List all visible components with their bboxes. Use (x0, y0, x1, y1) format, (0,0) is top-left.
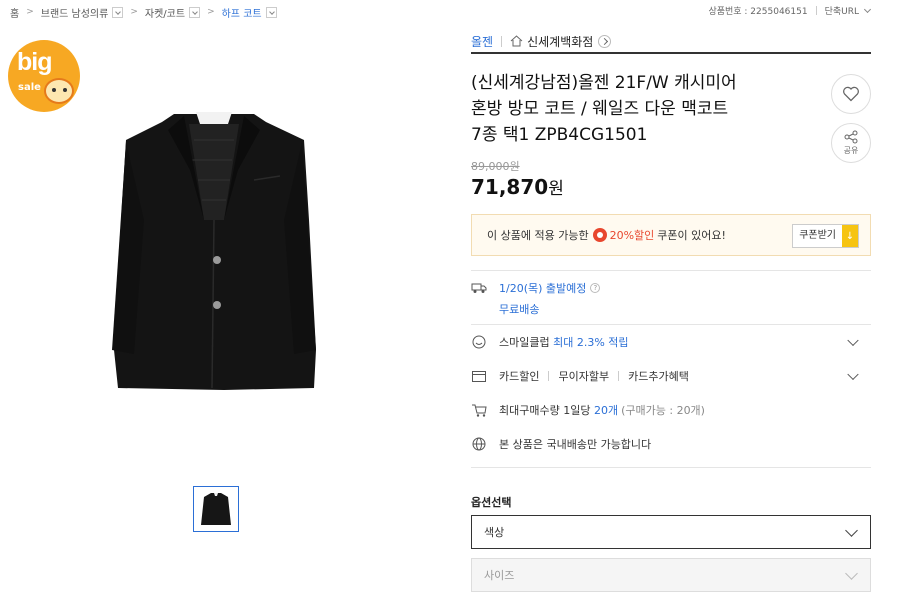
card-extra-benefit: 카드추가혜택 (628, 370, 689, 383)
chevron-down-icon[interactable] (847, 368, 859, 381)
coupon-suffix: 쿠폰이 있어요! (657, 229, 726, 242)
breadcrumb-category-2[interactable]: 자켓/코트 (145, 5, 201, 20)
max-purchase-note: (구매가능 : 20개) (621, 404, 705, 417)
breadcrumb-home[interactable]: 홈 (10, 5, 19, 20)
breadcrumb-category-3-label[interactable]: 하프 코트 (222, 5, 262, 20)
product-main-image[interactable] (104, 100, 324, 395)
breadcrumb-category-1-label[interactable]: 브랜드 남성의류 (41, 5, 109, 20)
thumbnail-coat-image (201, 493, 231, 525)
size-select[interactable]: 사이즈 (471, 558, 871, 592)
size-select-label: 사이즈 (484, 569, 515, 582)
heart-icon (843, 86, 859, 102)
store-home-icon (510, 35, 523, 47)
product-number: 상품번호 : 2255046151 (708, 7, 808, 17)
coupon-prefix: 이 상품에 적용 가능한 (487, 229, 589, 242)
product-title-line: (신세계강남점)올젠 21F/W 캐시미어 (471, 73, 737, 93)
product-title-line: 혼방 방모 코트 / 웨일즈 다운 맥코트 (471, 99, 729, 119)
coupon-icon (592, 228, 607, 242)
color-select[interactable]: 색상 (471, 515, 871, 549)
max-purchase-row: 최대구매수량 1일당 20개 (구매가능 : 20개) (471, 401, 871, 419)
smile-club-reward: 최대 2.3% 적립 (553, 336, 629, 349)
breadcrumb-category-3[interactable]: 하프 코트 (222, 5, 277, 20)
coupon-percent: 20%할인 (609, 229, 655, 242)
store-name-link[interactable]: 신세계백화점 (527, 33, 593, 50)
free-shipping: 무료배송 (499, 303, 540, 316)
card-icon (471, 368, 487, 384)
divider (471, 270, 871, 271)
shipping-date: 1/20(목) 출발예정 (499, 282, 587, 295)
mascot-icon (44, 78, 74, 104)
divider (815, 6, 817, 15)
product-meta: 상품번호 : 2255046151 단축URL (708, 4, 872, 17)
download-icon[interactable]: ↓ (842, 225, 858, 247)
question-icon[interactable]: ? (590, 283, 601, 293)
share-label: 공유 (843, 146, 859, 155)
globe-icon (471, 436, 487, 452)
badge-big-text: big (17, 48, 52, 76)
smile-club-label: 스마일클럽 (499, 336, 550, 349)
share-button[interactable]: 공유 (831, 123, 871, 163)
breadcrumb: 홈 > 브랜드 남성의류 > 자켓/코트 > 하프 코트 (10, 4, 277, 20)
cart-icon (471, 402, 487, 418)
coupon-banner: 이 상품에 적용 가능한 20%할인 쿠폰이 있어요! 쿠폰받기 ↓ (471, 214, 871, 256)
color-select-label: 색상 (484, 526, 505, 539)
breadcrumb-category-1[interactable]: 브랜드 남성의류 (41, 5, 124, 20)
original-price: 89,000원 (471, 160, 520, 173)
shipping-row: 1/20(목) 출발예정 ? (471, 280, 871, 296)
domestic-shipping-text: 본 상품은 국내배송만 가능합니다 (499, 438, 652, 451)
chevron-down-icon[interactable] (112, 6, 124, 18)
sale-price-value: 71,870 (471, 175, 549, 199)
chevron-down-icon[interactable] (863, 5, 872, 13)
chevron-right-icon: > (207, 7, 215, 17)
chevron-down-icon[interactable] (845, 524, 858, 537)
smile-club-row[interactable]: 스마일클럽 최대 2.3% 적립 (471, 325, 871, 359)
chevron-down-icon[interactable] (845, 567, 858, 580)
card-benefit-row[interactable]: 카드할인 무이자할부 카드추가혜택 (471, 359, 871, 393)
max-purchase-value: 20개 (593, 404, 619, 417)
seller-row: 올젠 신세계백화점 (471, 30, 871, 54)
divider (501, 35, 503, 47)
short-url-button[interactable]: 단축URL (825, 4, 859, 17)
product-title: (신세계강남점)올젠 21F/W 캐시미어 혼방 방모 코트 / 웨일즈 다운 … (471, 70, 816, 148)
chevron-right-icon: > (130, 7, 138, 17)
divider (618, 371, 620, 381)
big-sale-badge: big sale (8, 40, 80, 112)
chevron-down-icon[interactable] (189, 6, 201, 18)
breadcrumb-category-2-label[interactable]: 자켓/코트 (145, 5, 185, 20)
get-coupon-label[interactable]: 쿠폰받기 (793, 225, 842, 247)
wishlist-button[interactable] (831, 74, 871, 114)
option-select-title: 옵션선택 (471, 496, 512, 509)
truck-icon (471, 280, 487, 296)
product-thumbnail[interactable] (193, 486, 239, 532)
breadcrumb-home-label[interactable]: 홈 (10, 5, 19, 20)
card-discount: 카드할인 (499, 370, 540, 383)
chevron-down-icon[interactable] (847, 334, 859, 347)
share-icon (844, 130, 858, 144)
chevron-down-icon[interactable] (265, 6, 277, 18)
badge-sale-text: sale (18, 82, 41, 93)
card-installment: 무이자할부 (558, 370, 610, 383)
get-coupon-button[interactable]: 쿠폰받기 ↓ (792, 224, 859, 248)
chevron-right-icon[interactable] (598, 34, 612, 48)
brand-link[interactable]: 올젠 (471, 33, 493, 50)
chevron-right-icon: > (26, 7, 34, 17)
product-title-line: 7종 택1 ZPB4CG1501 (471, 125, 648, 145)
max-purchase-label: 최대구매수량 1일당 (499, 404, 591, 417)
domestic-shipping-row: 본 상품은 국내배송만 가능합니다 (471, 435, 871, 453)
currency-label: 원 (548, 179, 564, 199)
smile-club-icon (471, 334, 487, 350)
sale-price: 71,870원 (471, 174, 564, 199)
divider (471, 467, 871, 468)
divider (548, 371, 550, 381)
